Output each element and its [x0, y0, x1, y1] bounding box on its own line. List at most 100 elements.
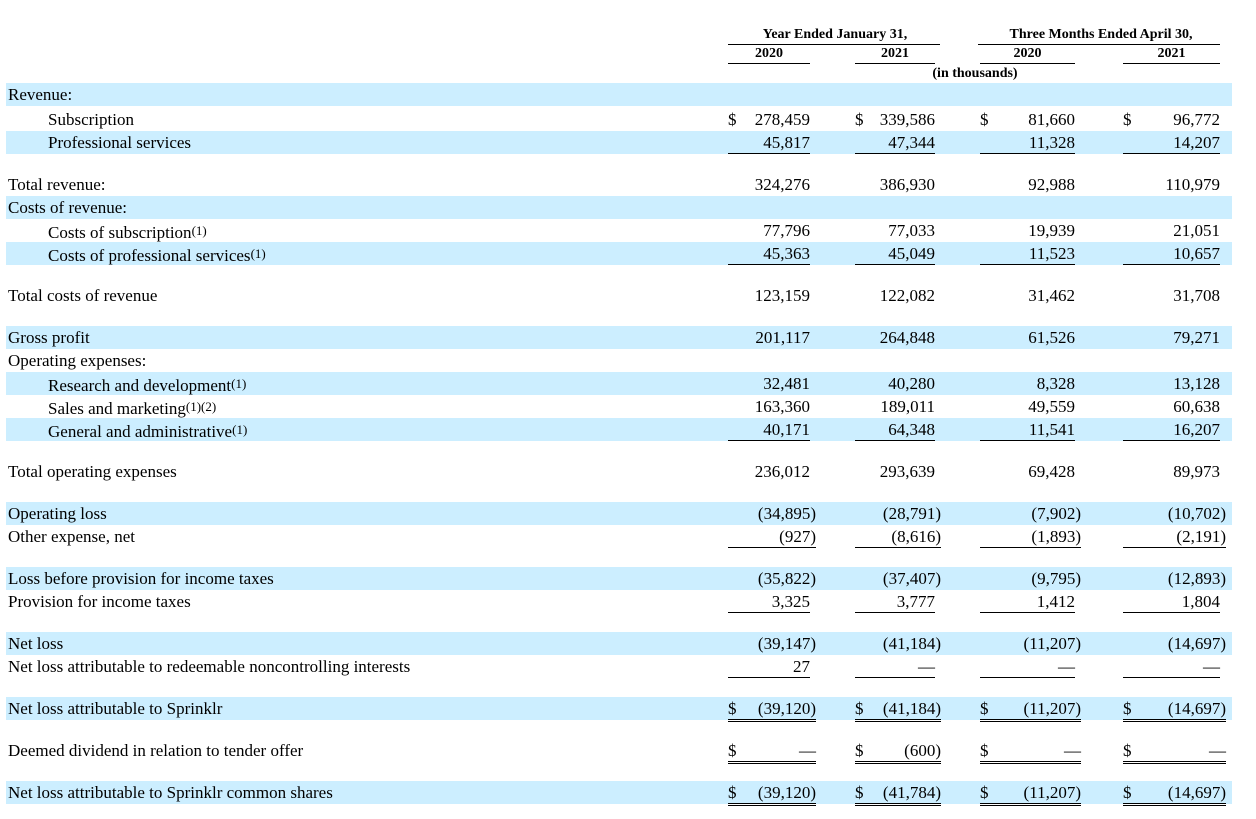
- row-label: Operating expenses:: [8, 350, 146, 371]
- cell-value: (11,207): [1023, 783, 1081, 802]
- value-cell: 60,638: [1123, 395, 1220, 417]
- value-cell: 236,012: [728, 460, 810, 482]
- row-label: Net loss: [8, 633, 63, 654]
- cell-value: 110,979: [1165, 175, 1220, 194]
- value-cell: (11,207): [980, 632, 1081, 654]
- value-cell: 3,325: [728, 590, 810, 613]
- cell-value: 278,459: [754, 110, 810, 129]
- value-cell: 79,271: [1123, 326, 1220, 348]
- value-cell: 8,328: [980, 372, 1075, 394]
- value-cell: $81,660: [980, 108, 1075, 130]
- table-row: Net loss attributable to redeemable nonc…: [6, 655, 1232, 678]
- row-label: Loss before provision for income taxes: [8, 568, 274, 589]
- row-label: Total revenue:: [8, 174, 105, 195]
- value-cell: (9,795): [980, 567, 1081, 589]
- cell-value: 324,276: [754, 175, 810, 194]
- table-row: Operating loss (34,895) (28,791) (7,902) (10…: [6, 502, 1232, 525]
- table-row: Net loss attributable to Sprinklr common…: [6, 781, 1232, 806]
- cell-value: 77,033: [888, 221, 935, 240]
- col-header-year-2020: 2020: [755, 46, 783, 61]
- value-cell: 47,344: [855, 131, 935, 154]
- footnote-marker: (1): [250, 246, 266, 261]
- table-row: Research and development(1) 32,481 40,280 8…: [6, 372, 1232, 395]
- value-cell: $ —: [728, 739, 816, 764]
- row-label: Subscription: [48, 109, 134, 130]
- table-row: Net loss (39,147) (41,184) (11,207) (14,697): [6, 632, 1232, 655]
- row-label-text: Loss before provision for income taxes: [8, 569, 274, 588]
- value-cell: $ (11,207): [980, 697, 1081, 722]
- value-cell: 1,804: [1123, 590, 1220, 613]
- cell-value: (2,191): [1176, 527, 1226, 546]
- value-cell: 45,817: [728, 131, 810, 154]
- row-label: General and administrative(1): [48, 419, 247, 442]
- cell-value: (14,697): [1167, 783, 1226, 802]
- cell-value: 8,328: [1036, 374, 1075, 393]
- value-cell: (8,616): [855, 525, 941, 548]
- row-label-text: Net loss attributable to redeemable nonc…: [8, 657, 411, 676]
- cell-value: 3,325: [771, 592, 810, 611]
- cell-value: 40,280: [888, 374, 935, 393]
- cell-value: 21,051: [1173, 221, 1220, 240]
- table-row: Total operating expenses 236,012 293,639 69…: [6, 460, 1232, 483]
- table-row: Operating expenses:: [6, 349, 1232, 372]
- value-cell: 11,523: [980, 242, 1075, 265]
- value-cell: $ (39,120): [728, 697, 816, 722]
- col-header-rule-4: [1123, 63, 1220, 64]
- row-label-text: Costs of subscription: [48, 223, 192, 242]
- row-label-text: Professional services: [48, 133, 192, 152]
- quarter-group-header: Three Months Ended April 30,: [1009, 27, 1193, 42]
- cell-value: (1,893): [1031, 527, 1081, 546]
- value-cell: 3,777: [855, 590, 935, 613]
- cell-value: 32,481: [763, 374, 810, 393]
- currency-symbol: $: [728, 783, 737, 802]
- cell-value: 19,939: [1028, 221, 1075, 240]
- cell-value: 16,207: [1173, 420, 1220, 439]
- value-cell: 27: [728, 655, 810, 678]
- row-label-text: Costs of revenue:: [8, 198, 127, 217]
- cell-value: (39,120): [757, 783, 816, 802]
- currency-symbol: $: [855, 783, 864, 802]
- value-cell: (12,893): [1123, 567, 1226, 589]
- row-label-text: Subscription: [48, 110, 134, 129]
- value-cell: $ (39,120): [728, 781, 816, 806]
- value-cell: (39,147): [728, 632, 816, 654]
- value-cell: $339,586: [855, 108, 935, 130]
- cell-value: 386,930: [879, 175, 935, 194]
- table-row: Sales and marketing(1)(2) 163,360 189,011 4…: [6, 395, 1232, 418]
- value-cell: (927): [728, 525, 816, 548]
- value-cell: $ (11,207): [980, 781, 1081, 806]
- cell-value: 31,462: [1028, 286, 1075, 305]
- table-row: Professional services 45,817 47,344 11,328 1…: [6, 131, 1232, 154]
- table-row: Costs of revenue:: [6, 196, 1232, 219]
- cell-value: —: [918, 657, 935, 676]
- row-label-text: Operating expenses:: [8, 351, 147, 370]
- row-label: Sales and marketing(1)(2): [48, 396, 216, 419]
- table-row: Subscription $278,459 $339,586 $81,660 $96,7…: [6, 108, 1232, 131]
- value-cell: 32,481: [728, 372, 810, 394]
- cell-value: 122,082: [879, 286, 935, 305]
- cell-value: (37,407): [882, 569, 941, 588]
- table-row: Deemed dividend in relation to tender of…: [6, 739, 1232, 764]
- cell-value: 123,159: [754, 286, 810, 305]
- footnote-marker: (1): [232, 422, 248, 437]
- footnote-marker: (1): [191, 223, 207, 238]
- cell-value: 189,011: [880, 397, 935, 416]
- row-label: Provision for income taxes: [8, 591, 191, 612]
- cell-value: 1,412: [1036, 592, 1075, 611]
- table-row: Total costs of revenue 123,159 122,082 31,4…: [6, 284, 1232, 307]
- value-cell: 49,559: [980, 395, 1075, 417]
- value-cell: 110,979: [1123, 173, 1220, 195]
- value-cell: $ —: [1123, 739, 1226, 764]
- row-label-text: Costs of professional services: [48, 246, 251, 265]
- value-cell: (37,407): [855, 567, 941, 589]
- cell-value: 47,344: [888, 133, 935, 152]
- value-cell: 123,159: [728, 284, 810, 306]
- currency-symbol: $: [980, 741, 989, 760]
- value-cell: 11,541: [980, 418, 1075, 441]
- col-header-rule-1: [728, 63, 810, 64]
- cell-value: 96,772: [1173, 110, 1220, 129]
- currency-symbol: $: [728, 110, 737, 129]
- table-row: Costs of subscription(1) 77,796 77,033 19,9…: [6, 219, 1232, 242]
- cell-value: (7,902): [1031, 504, 1081, 523]
- value-cell: 40,280: [855, 372, 935, 394]
